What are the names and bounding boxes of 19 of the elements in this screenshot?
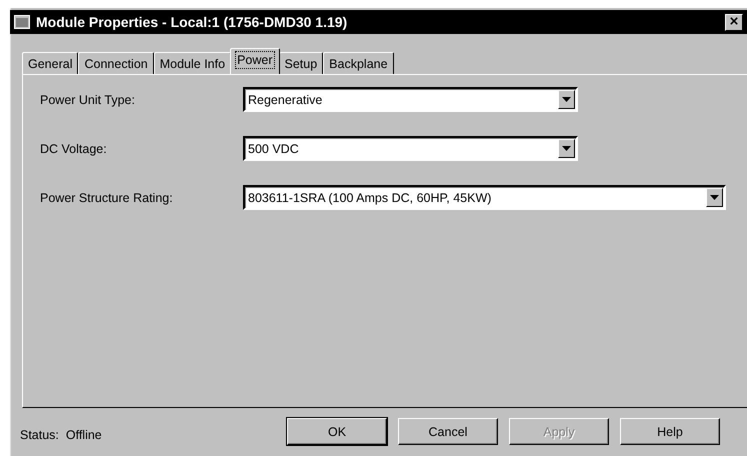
- window-title: Module Properties - Local:1 (1756-DMD30 1.19): [36, 14, 348, 30]
- field-label: Power Unit Type:: [40, 92, 136, 106]
- window-icon: [14, 15, 30, 29]
- close-button[interactable]: ×: [725, 14, 743, 30]
- dialog-button[interactable]: Cancel: [398, 418, 498, 445]
- tab[interactable]: Setup: [278, 52, 324, 74]
- dialog-button[interactable]: Help: [620, 418, 720, 445]
- status-text: Status: Offline: [20, 426, 103, 442]
- field-label: Power Structure Rating:: [40, 190, 174, 204]
- tab[interactable]: Module Info: [154, 52, 232, 74]
- dropdown-field[interactable]: 803611-1SRA (100 Amps DC, 60HP, 45KW): [243, 185, 726, 210]
- dropdown-field[interactable]: Regenerative: [243, 87, 578, 112]
- tab[interactable]: Connection: [78, 52, 154, 74]
- dropdown-field[interactable]: 500 VDC: [243, 136, 578, 161]
- tab[interactable]: General: [22, 52, 78, 74]
- dialog-button[interactable]: OK: [287, 418, 387, 445]
- field-label: DC Voltage:: [40, 142, 108, 156]
- tab[interactable]: Backplane: [323, 52, 394, 74]
- tab[interactable]: Power: [230, 48, 280, 74]
